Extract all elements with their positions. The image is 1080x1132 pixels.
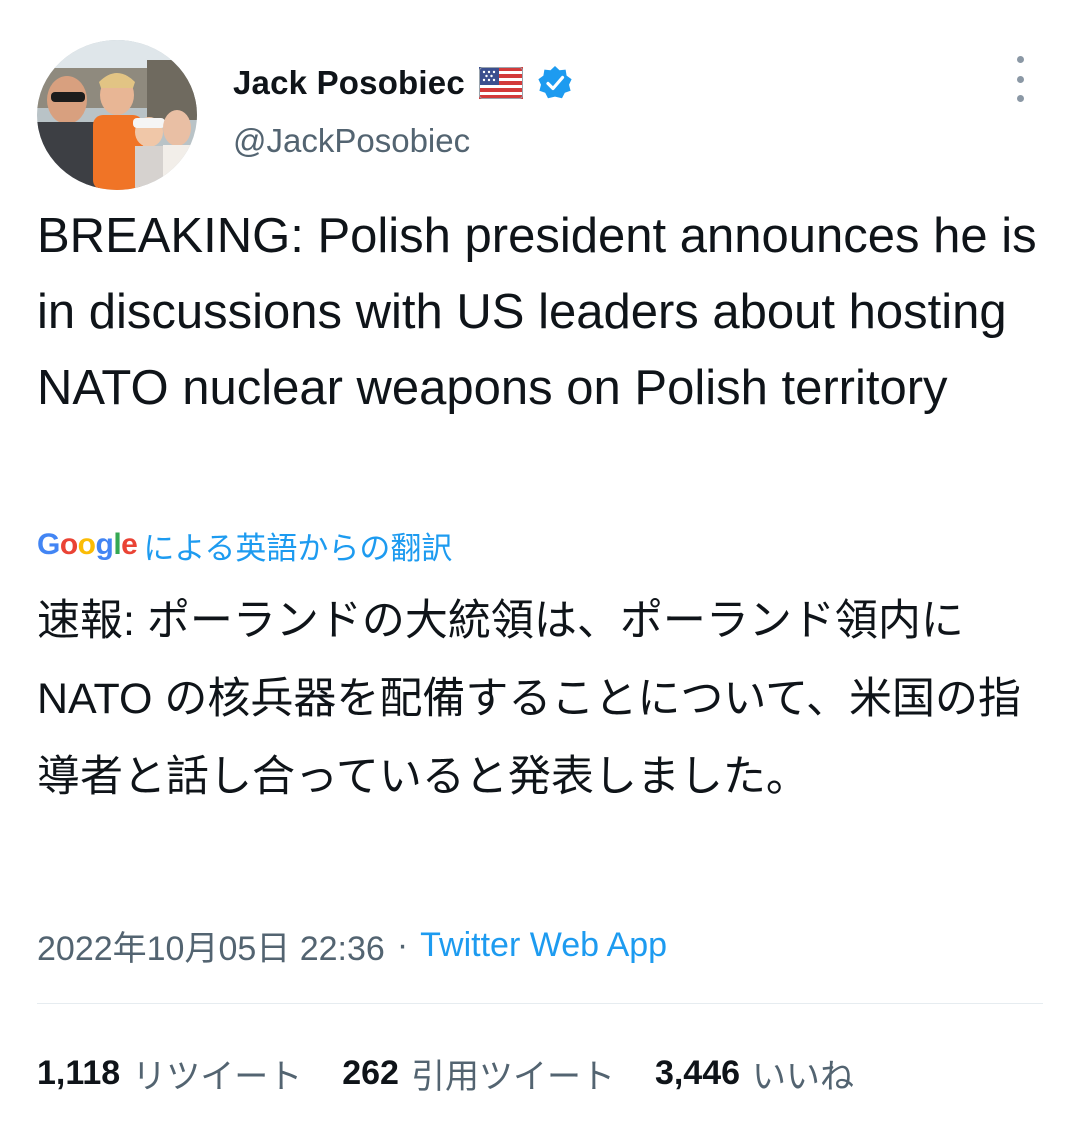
retweets-stat[interactable]: 1,118 リツイート [37, 1049, 302, 1098]
tweet-timestamp[interactable]: 2022年10月05日 22:36 [37, 921, 385, 970]
retweets-label: リツイート [132, 1057, 303, 1096]
us-flag-icon [478, 67, 523, 99]
translated-text: 速報: ポーランドの大統領は、ポーランド領内に NATO の核兵器を配備すること… [37, 597, 1021, 801]
engagement-stats: 1,118 リツイート 262 引用ツイート 3,446 いいね [37, 1048, 894, 1098]
likes-count: 3,446 [654, 1053, 741, 1092]
likes-label: いいね [752, 1057, 855, 1096]
author-handle[interactable]: @JackPosobiec [233, 122, 470, 160]
tweet-text: BREAKING: Polish president announces he … [37, 209, 1037, 415]
tweet-meta: 2022年10月05日 22:36 · Twitter Web App [37, 920, 667, 970]
divider [37, 1003, 1043, 1004]
more-dot-icon [1016, 95, 1024, 102]
quote-tweets-label: 引用ツイート [410, 1057, 615, 1096]
more-dot-icon [1016, 75, 1024, 83]
author-display-name[interactable]: Jack Posobiec [233, 64, 465, 102]
more-options-button[interactable] [1004, 56, 1036, 102]
meta-separator: · [396, 925, 409, 964]
verified-badge-icon [537, 65, 573, 101]
author-avatar[interactable] [37, 40, 197, 190]
quote-tweets-count: 262 [342, 1053, 399, 1092]
translation-label: による英語からの翻訳 [143, 530, 453, 566]
author-name-row: Jack Posobiec [233, 60, 573, 106]
translation-header[interactable]: Google による英語からの翻訳 [37, 522, 452, 568]
quote-tweets-stat[interactable]: 262 引用ツイート [342, 1049, 615, 1098]
google-logo: Google [37, 528, 138, 561]
more-dot-icon [1016, 56, 1024, 63]
likes-stat[interactable]: 3,446 いいね [655, 1049, 854, 1098]
tweet-source-link[interactable]: Twitter Web App [420, 926, 667, 965]
avatar-photo [37, 40, 197, 190]
retweets-count: 1,118 [37, 1053, 121, 1092]
